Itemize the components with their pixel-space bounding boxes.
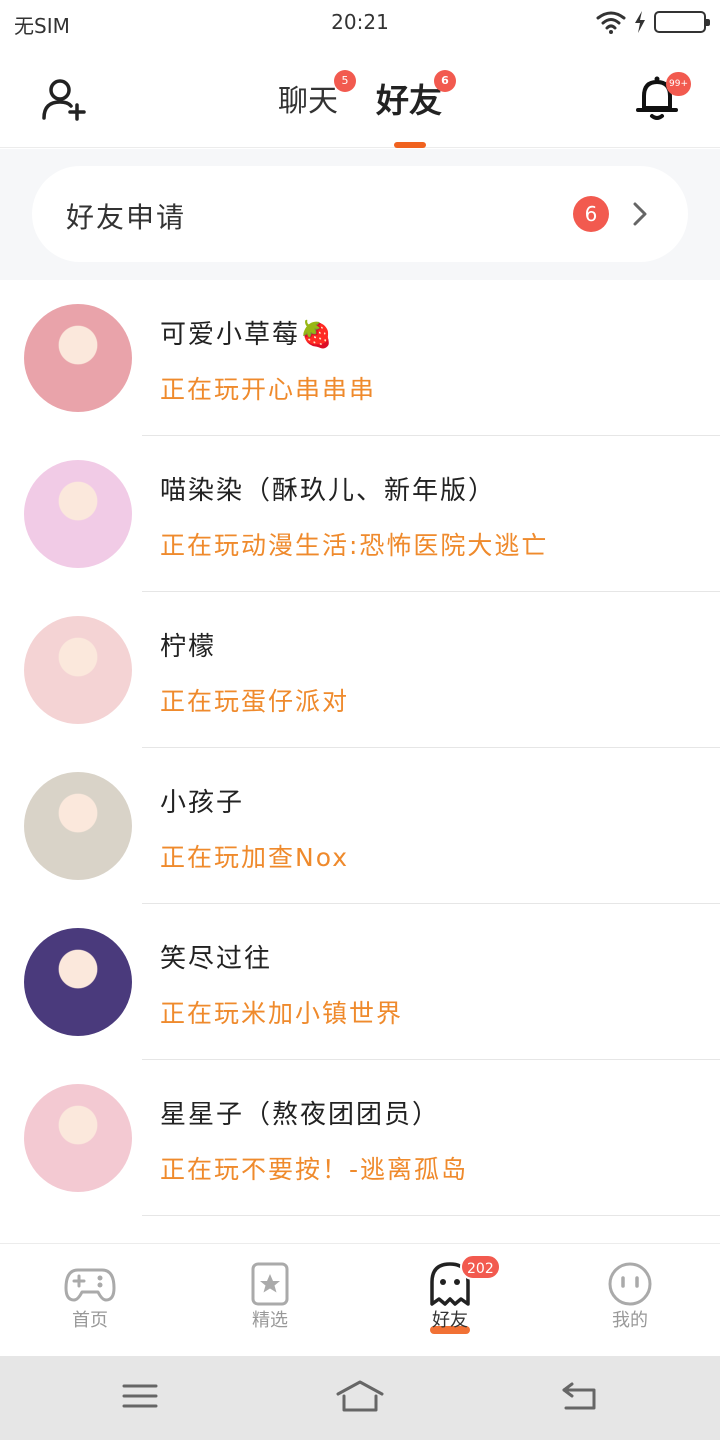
nav-featured-label: 精选 [252,1310,288,1331]
friend-status: 正在玩加查Nox [160,843,350,872]
star-bookmark-icon [251,1262,289,1306]
nav-friends-label: 好友 [432,1310,468,1331]
friend-request-section: 好友申请 6 [0,149,720,280]
tab-chat[interactable]: 聊天 5 [278,70,356,120]
friend-status: 正在玩开心串串串 [160,375,377,404]
nav-home[interactable]: 首页 [0,1244,180,1357]
friends-nav-badge: 202 [460,1254,501,1280]
avatar[interactable] [24,460,132,568]
add-friend-icon[interactable] [40,76,88,124]
divider [142,1215,720,1216]
avatar[interactable] [24,772,132,880]
menu-icon[interactable] [120,1378,160,1414]
home-icon[interactable] [334,1378,386,1414]
nav-me-label: 我的 [612,1310,648,1331]
friend-name: 小孩子 [160,788,245,818]
friend-row[interactable]: 喵染染（酥玖儿、新年版） 正在玩动漫生活:恐怖医院大逃亡 [0,436,720,592]
battery-icon [654,11,710,33]
active-tab-indicator [394,142,426,148]
top-header: 聊天 5 好友 6 99+ [0,48,720,148]
gamepad-icon [64,1268,116,1302]
friend-row[interactable]: 小孩子 正在玩加查Nox [0,748,720,904]
friend-row[interactable]: 柠檬 正在玩蛋仔派对 [0,592,720,748]
friend-status: 正在玩动漫生活:恐怖医院大逃亡 [160,531,549,560]
avatar[interactable] [24,616,132,724]
tab-friends[interactable]: 好友 6 [376,70,456,122]
system-nav-bar [0,1356,720,1440]
tab-friends-label: 好友 [376,81,442,120]
nav-me[interactable]: 我的 [540,1244,720,1357]
notification-badge: 99+ [666,72,691,96]
wifi-icon [596,11,626,34]
friend-list: 可爱小草莓🍓 正在玩开心串串串 喵染染（酥玖儿、新年版） 正在玩动漫生活:恐怖医… [0,280,720,1243]
friend-request-button[interactable]: 好友申请 6 [32,166,688,262]
friend-name: 喵染染（酥玖儿、新年版） [160,476,497,506]
back-icon[interactable] [560,1378,600,1414]
chat-badge: 5 [334,70,356,92]
nav-featured[interactable]: 精选 [180,1244,360,1357]
friend-name: 星星子（熬夜团团员） [160,1100,441,1130]
friend-row[interactable]: 星星子（熬夜团团员） 正在玩不要按！-逃离孤岛 [0,1060,720,1216]
friend-status: 正在玩蛋仔派对 [160,687,350,716]
friend-row[interactable]: 笑尽过往 正在玩米加小镇世界 [0,904,720,1060]
charging-icon [635,11,645,33]
friend-row[interactable]: 可爱小草莓🍓 正在玩开心串串串 [0,280,720,436]
avatar[interactable] [24,304,132,412]
friend-name: 可爱小草莓🍓 [160,320,335,350]
chevron-right-icon [633,202,647,226]
friend-status: 正在玩不要按！-逃离孤岛 [160,1155,469,1184]
friend-name: 笑尽过往 [160,944,273,974]
friend-request-label: 好友申请 [66,201,187,234]
avatar[interactable] [24,928,132,1036]
friends-badge: 6 [434,70,456,92]
friend-request-count: 6 [573,196,609,232]
bottom-nav: 首页 精选 202 好友 我的 [0,1243,720,1356]
friend-name: 柠檬 [160,632,217,662]
nav-home-label: 首页 [72,1310,108,1331]
status-bar: 无SIM 20:21 [0,0,720,48]
avatar[interactable] [24,1084,132,1192]
friend-status: 正在玩米加小镇世界 [160,999,404,1028]
nav-friends[interactable]: 202 好友 [360,1244,540,1357]
face-icon [608,1262,652,1306]
tab-chat-label: 聊天 [278,84,338,119]
